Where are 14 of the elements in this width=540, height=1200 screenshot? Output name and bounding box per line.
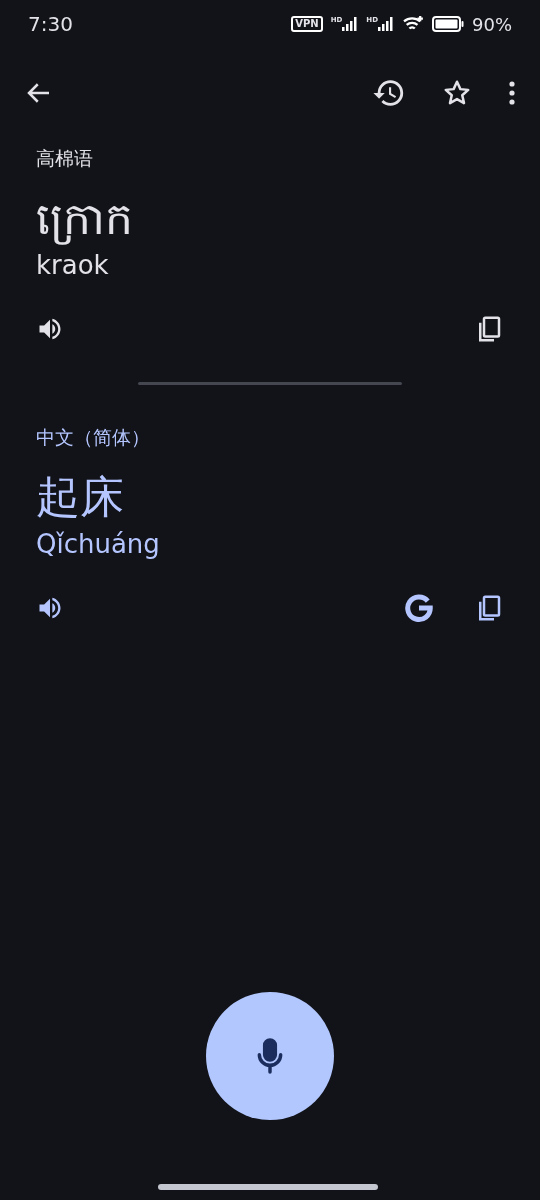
google-logo-icon[interactable]	[404, 592, 434, 623]
romanization-text: Qǐchuáng	[36, 528, 161, 561]
clock-time: 7:30	[28, 11, 73, 38]
more-options-icon[interactable]	[508, 80, 516, 106]
battery-percent: 90%	[472, 12, 512, 37]
battery-icon	[432, 16, 464, 32]
phrase-text: ក្រោក	[36, 192, 134, 246]
vpn-badge: VPN	[291, 16, 323, 32]
phrase-text: 起床	[36, 471, 125, 525]
romanization-text: kraok	[36, 249, 110, 282]
signal-icon	[378, 17, 394, 31]
signal-icon	[342, 17, 359, 31]
language-label: 中文（简体）	[36, 424, 151, 450]
language-label: 高棉语	[36, 146, 94, 171]
